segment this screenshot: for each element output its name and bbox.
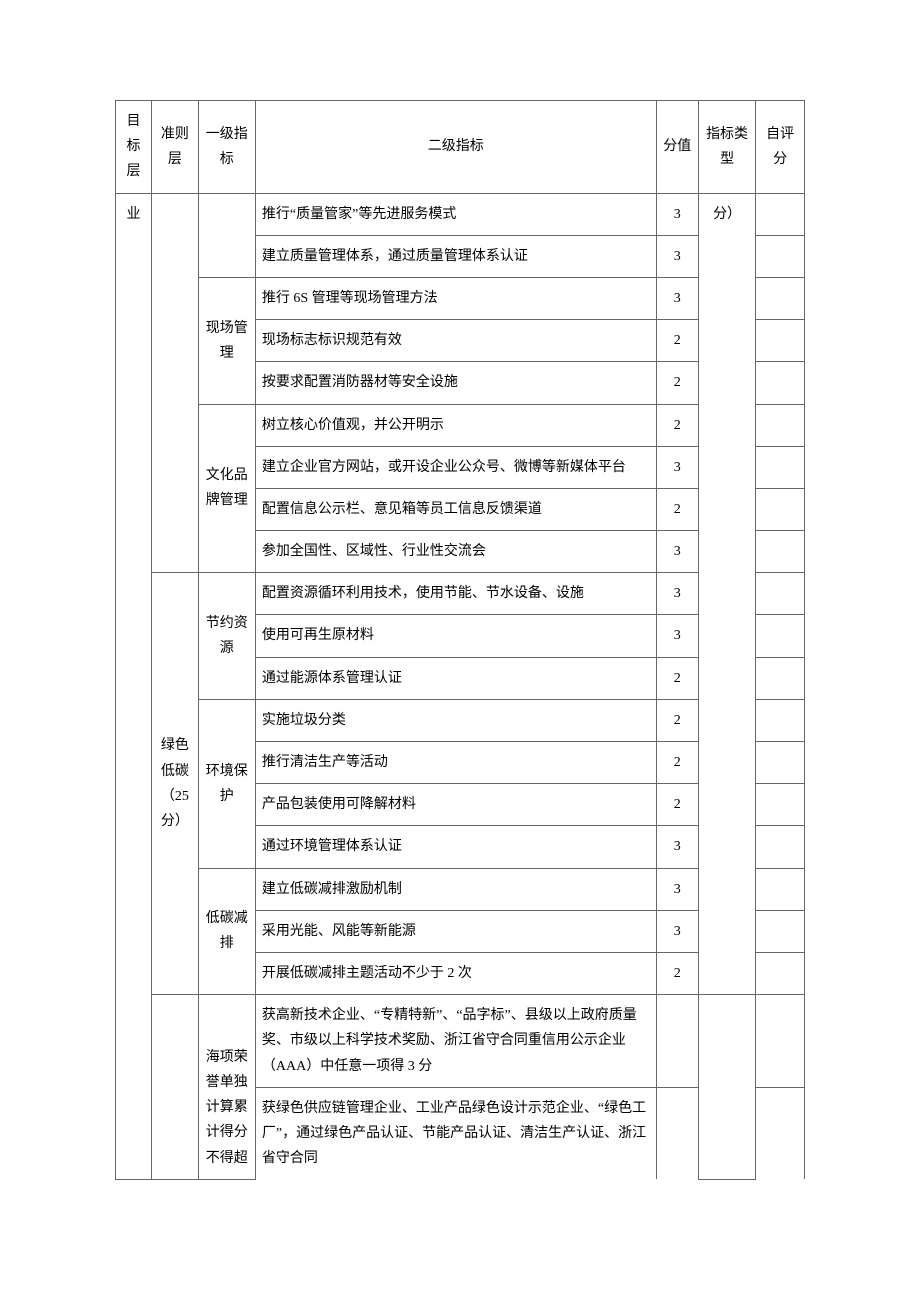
secondary-cell: 获高新技术企业、“专精特新”、“品字标”、县级以上政府质量奖、市级以上科学技术奖… [255, 995, 656, 1088]
self-score-cell[interactable] [756, 615, 805, 657]
score-cell [656, 1087, 698, 1179]
score-cell: 3 [656, 235, 698, 277]
secondary-cell: 获绿色供应链管理企业、工业产品绿色设计示范企业、“绿色工厂”，通过绿色产品认证、… [255, 1087, 656, 1179]
primary-cell-quality [198, 193, 255, 277]
self-score-cell[interactable] [756, 404, 805, 446]
self-score-cell[interactable] [756, 657, 805, 699]
self-score-cell[interactable] [756, 699, 805, 741]
primary-cell-site: 现场管理 [198, 277, 255, 404]
score-cell: 3 [656, 910, 698, 952]
secondary-cell: 实施垃圾分类 [255, 699, 656, 741]
header-self: 自评分 [756, 101, 805, 194]
secondary-cell: 通过能源体系管理认证 [255, 657, 656, 699]
header-goal: 目标层 [116, 101, 152, 194]
header-secondary: 二级指标 [255, 101, 656, 194]
header-primary: 一级指标 [198, 101, 255, 194]
score-cell: 3 [656, 573, 698, 615]
score-cell: 3 [656, 826, 698, 868]
self-score-cell[interactable] [756, 868, 805, 910]
goal-cell: 业 [116, 193, 152, 1179]
criteria-cell-upper [152, 193, 199, 573]
score-cell: 2 [656, 657, 698, 699]
score-cell: 2 [656, 488, 698, 530]
evaluation-table: 目标层 准则层 一级指标 二级指标 分值 指标类型 自评分 业 推行“质量管家”… [115, 100, 805, 1180]
self-score-cell[interactable] [756, 910, 805, 952]
primary-cell-lowc: 低碳减排 [198, 868, 255, 995]
score-cell: 2 [656, 784, 698, 826]
score-cell: 3 [656, 446, 698, 488]
self-score-cell[interactable] [756, 320, 805, 362]
self-score-cell[interactable] [756, 362, 805, 404]
secondary-cell: 推行“质量管家”等先进服务模式 [255, 193, 656, 235]
primary-cell-env: 环境保护 [198, 699, 255, 868]
self-score-cell[interactable] [756, 1087, 805, 1179]
self-score-cell[interactable] [756, 488, 805, 530]
secondary-cell: 现场标志标识规范有效 [255, 320, 656, 362]
primary-cell-honor: 海项荣誉单独计算累计得分 不得超 [198, 995, 255, 1180]
secondary-cell: 采用光能、风能等新能源 [255, 910, 656, 952]
score-cell: 3 [656, 615, 698, 657]
self-score-cell[interactable] [756, 573, 805, 615]
score-cell: 2 [656, 699, 698, 741]
criteria-cell-honor [152, 995, 199, 1180]
secondary-cell: 推行清洁生产等活动 [255, 742, 656, 784]
secondary-cell: 建立企业官方网站，或开设企业公众号、微博等新媒体平台 [255, 446, 656, 488]
secondary-cell: 开展低碳减排主题活动不少于 2 次 [255, 952, 656, 994]
secondary-cell: 配置资源循环利用技术，使用节能、节水设备、设施 [255, 573, 656, 615]
self-score-cell[interactable] [756, 784, 805, 826]
self-score-cell[interactable] [756, 742, 805, 784]
page-container: 目标层 准则层 一级指标 二级指标 分值 指标类型 自评分 业 推行“质量管家”… [0, 0, 920, 1220]
secondary-cell: 树立核心价值观，并公开明示 [255, 404, 656, 446]
score-cell: 2 [656, 952, 698, 994]
score-cell: 2 [656, 362, 698, 404]
self-score-cell[interactable] [756, 531, 805, 573]
self-score-cell[interactable] [756, 235, 805, 277]
secondary-cell: 配置信息公示栏、意见箱等员工信息反馈渠道 [255, 488, 656, 530]
primary-cell-culture: 文化品牌管理 [198, 404, 255, 573]
header-score: 分值 [656, 101, 698, 194]
self-score-cell[interactable] [756, 995, 805, 1088]
score-cell: 2 [656, 404, 698, 446]
score-cell: 2 [656, 320, 698, 362]
self-score-cell[interactable] [756, 952, 805, 994]
header-type: 指标类型 [698, 101, 755, 194]
score-cell: 3 [656, 277, 698, 319]
criteria-cell-green: 绿色低碳（25分） [152, 573, 199, 995]
score-cell: 2 [656, 742, 698, 784]
header-criteria: 准则层 [152, 101, 199, 194]
self-score-cell[interactable] [756, 446, 805, 488]
type-cell-honor [698, 995, 755, 1180]
secondary-cell: 参加全国性、区域性、行业性交流会 [255, 531, 656, 573]
secondary-cell: 建立质量管理体系，通过质量管理体系认证 [255, 235, 656, 277]
table-row: 业 推行“质量管家”等先进服务模式 3 分） [116, 193, 805, 235]
secondary-cell: 建立低碳减排激励机制 [255, 868, 656, 910]
score-cell: 3 [656, 531, 698, 573]
secondary-cell: 推行 6S 管理等现场管理方法 [255, 277, 656, 319]
secondary-cell: 使用可再生原材料 [255, 615, 656, 657]
secondary-cell: 按要求配置消防器材等安全设施 [255, 362, 656, 404]
self-score-cell[interactable] [756, 193, 805, 235]
self-score-cell[interactable] [756, 826, 805, 868]
secondary-cell: 通过环境管理体系认证 [255, 826, 656, 868]
table-header-row: 目标层 准则层 一级指标 二级指标 分值 指标类型 自评分 [116, 101, 805, 194]
score-cell: 3 [656, 868, 698, 910]
primary-cell-save: 节约资源 [198, 573, 255, 700]
score-cell: 3 [656, 193, 698, 235]
table-row: 海项荣誉单独计算累计得分 不得超 获高新技术企业、“专精特新”、“品字标”、县级… [116, 995, 805, 1088]
type-cell: 分） [698, 193, 755, 995]
score-cell [656, 995, 698, 1088]
self-score-cell[interactable] [756, 277, 805, 319]
secondary-cell: 产品包装使用可降解材料 [255, 784, 656, 826]
